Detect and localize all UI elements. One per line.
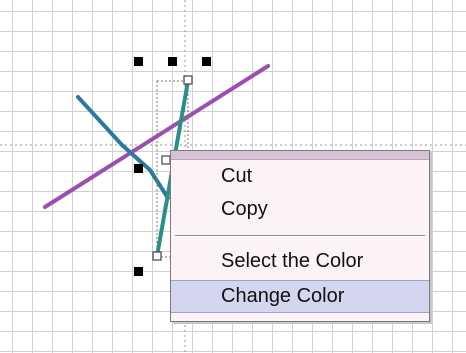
menu-separator [175,235,425,237]
menu-item-select-the-color[interactable]: Select the Color [171,245,429,278]
square-handle-icon[interactable] [134,57,143,66]
menu-item-change-color[interactable]: Change Color [171,280,429,313]
square-handle-icon[interactable] [202,57,211,66]
context-menu: Cut Copy Select the Color Change Color [170,150,430,322]
drawing-canvas[interactable]: Cut Copy Select the Color Change Color [0,0,466,353]
square-handle-icon[interactable] [134,267,143,276]
menu-title-bar [171,151,429,160]
square-handle-icon[interactable] [168,57,177,66]
hollow-square-handle-icon[interactable] [183,75,193,85]
square-handle-icon[interactable] [134,164,143,173]
blue-line-shape[interactable] [76,95,170,200]
menu-item-copy[interactable]: Copy [171,193,429,226]
hollow-square-handle-icon[interactable] [161,155,171,165]
hollow-square-handle-icon[interactable] [152,251,162,261]
menu-item-cut[interactable]: Cut [171,160,429,193]
